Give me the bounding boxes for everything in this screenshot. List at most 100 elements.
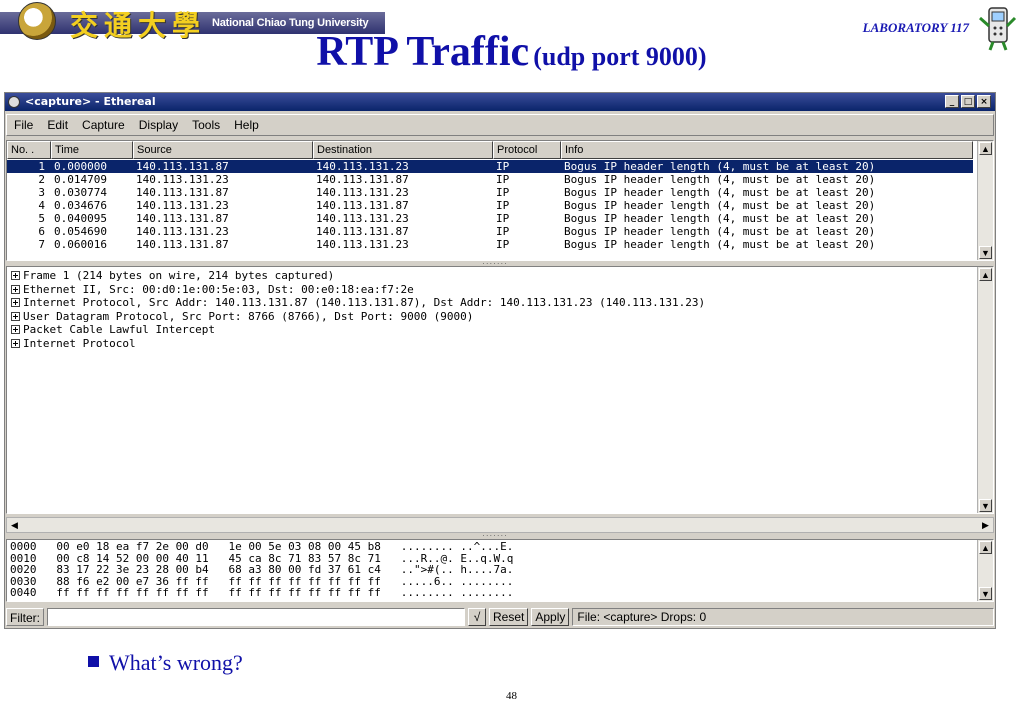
minimize-button[interactable]: _ bbox=[945, 95, 959, 108]
packet-row[interactable]: 5 0.040095 140.113.131.87 140.113.131.23 IP B… bbox=[7, 212, 973, 225]
detail-scrollbar[interactable]: ▲ ▼ bbox=[977, 267, 993, 513]
cell-protocol: IP bbox=[496, 225, 510, 238]
scroll-down-icon[interactable]: ▼ bbox=[979, 587, 992, 600]
packet-row[interactable]: 6 0.054690 140.113.131.23 140.113.131.87 IP B… bbox=[7, 225, 973, 238]
tree-item-ip-inner[interactable]: Internet Protocol bbox=[7, 337, 993, 351]
expand-plus-icon[interactable] bbox=[11, 325, 20, 334]
close-button[interactable]: × bbox=[977, 95, 991, 108]
cell-info: Bogus IP header length (4, must be at le… bbox=[564, 173, 876, 186]
menu-display[interactable]: Display bbox=[132, 118, 185, 132]
maximize-button[interactable]: □ bbox=[961, 95, 975, 108]
expand-plus-icon[interactable] bbox=[11, 338, 20, 348]
menu-edit[interactable]: Edit bbox=[40, 118, 75, 132]
apply-button[interactable]: Apply bbox=[531, 608, 570, 626]
packet-detail-pane: Frame 1 (214 bytes on wire, 214 bytes ca… bbox=[6, 266, 994, 514]
scroll-down-icon[interactable]: ▼ bbox=[979, 499, 992, 512]
packet-row[interactable]: 4 0.034676 140.113.131.23 140.113.131.87 IP B… bbox=[7, 199, 973, 212]
packet-list-pane: No. . Time Source Destination Protocol I… bbox=[6, 140, 994, 261]
scroll-right-icon[interactable]: ▶ bbox=[979, 519, 992, 531]
status-info: File: <capture> Drops: 0 bbox=[572, 608, 994, 626]
expand-plus-icon[interactable] bbox=[11, 298, 20, 307]
menu-capture[interactable]: Capture bbox=[75, 118, 132, 132]
window-controls: _ □ × bbox=[945, 95, 991, 108]
ethereal-window: <capture> - Ethereal _ □ × File Edit Cap… bbox=[4, 92, 996, 629]
tree-item-pclawful[interactable]: Packet Cable Lawful Intercept bbox=[7, 323, 993, 337]
column-header-time[interactable]: Time bbox=[51, 141, 133, 159]
bullet-text: What’s wrong? bbox=[109, 650, 243, 675]
cell-no: 4 bbox=[38, 199, 45, 212]
pane-splitter-bottom[interactable]: ······· bbox=[475, 532, 515, 540]
menu-tools[interactable]: Tools bbox=[185, 118, 227, 132]
cell-destination: 140.113.131.23 bbox=[316, 238, 409, 251]
packet-row[interactable]: 1 0.000000 140.113.131.87 140.113.131.23 IP B… bbox=[7, 160, 973, 173]
tree-item-frame[interactable]: Frame 1 (214 bytes on wire, 214 bytes ca… bbox=[7, 269, 993, 283]
menu-file[interactable]: File bbox=[7, 118, 40, 132]
cell-source: 140.113.131.87 bbox=[136, 160, 229, 173]
bullet-square-icon bbox=[88, 656, 99, 667]
packet-row[interactable]: 3 0.030774 140.113.131.87 140.113.131.23 IP B… bbox=[7, 186, 973, 199]
packet-bytes-pane: 0000 00 e0 18 ea f7 2e 00 d0 1e 00 5e 03… bbox=[6, 539, 994, 602]
scroll-left-icon[interactable]: ◀ bbox=[8, 519, 21, 531]
packet-list-scrollbar[interactable]: ▲ ▼ bbox=[977, 141, 993, 260]
cell-source: 140.113.131.23 bbox=[136, 225, 229, 238]
scroll-up-icon[interactable]: ▲ bbox=[979, 142, 992, 155]
packet-list-header: No. . Time Source Destination Protocol I… bbox=[7, 141, 973, 159]
reset-button[interactable]: Reset bbox=[489, 608, 529, 626]
cell-source: 140.113.131.23 bbox=[136, 199, 229, 212]
tree-item-ethernet[interactable]: Ethernet II, Src: 00:d0:1e:00:5e:03, Dst… bbox=[7, 283, 993, 297]
filter-input[interactable] bbox=[47, 608, 465, 626]
packet-row[interactable]: 7 0.060016 140.113.131.87 140.113.131.23 IP B… bbox=[7, 238, 973, 251]
expand-plus-icon[interactable] bbox=[11, 311, 20, 321]
cell-protocol: IP bbox=[496, 186, 510, 199]
cell-source: 140.113.131.23 bbox=[136, 173, 229, 186]
cell-time: 0.060016 bbox=[54, 238, 107, 251]
filter-check-icon[interactable]: √ bbox=[468, 608, 486, 626]
column-header-protocol[interactable]: Protocol bbox=[493, 141, 561, 159]
cell-info: Bogus IP header length (4, must be at le… bbox=[564, 160, 876, 173]
tree-item-udp[interactable]: User Datagram Protocol, Src Port: 8766 (… bbox=[7, 310, 993, 324]
slide-title-main: RTP Traffic bbox=[316, 29, 530, 75]
detail-tree: Frame 1 (214 bytes on wire, 214 bytes ca… bbox=[7, 267, 993, 350]
cell-info: Bogus IP header length (4, must be at le… bbox=[564, 186, 876, 199]
cell-info: Bogus IP header length (4, must be at le… bbox=[564, 238, 876, 251]
page-number: 48 bbox=[506, 690, 517, 702]
cell-info: Bogus IP header length (4, must be at le… bbox=[564, 199, 876, 212]
cell-protocol: IP bbox=[496, 199, 510, 212]
cell-time: 0.000000 bbox=[54, 160, 107, 173]
packet-row[interactable]: 2 0.014709 140.113.131.23 140.113.131.87 IP B… bbox=[7, 173, 973, 186]
cell-time: 0.054690 bbox=[54, 225, 107, 238]
cell-destination: 140.113.131.87 bbox=[316, 225, 409, 238]
cell-protocol: IP bbox=[496, 173, 510, 186]
cell-time: 0.014709 bbox=[54, 173, 107, 186]
slide-title: RTP Traffic (udp port 9000) bbox=[0, 28, 1023, 76]
expand-plus-icon[interactable] bbox=[11, 284, 20, 294]
cell-no: 6 bbox=[38, 225, 45, 238]
cell-protocol: IP bbox=[496, 212, 510, 225]
tree-item-ip[interactable]: Internet Protocol, Src Addr: 140.113.131… bbox=[7, 296, 993, 310]
scroll-down-icon[interactable]: ▼ bbox=[979, 246, 992, 259]
column-header-no[interactable]: No. . bbox=[7, 141, 51, 159]
cell-no: 2 bbox=[38, 173, 45, 186]
cell-source: 140.113.131.87 bbox=[136, 186, 229, 199]
hex-row: 0000 00 e0 18 ea f7 2e 00 d0 1e 00 5e 03… bbox=[10, 540, 514, 553]
window-titlebar[interactable]: <capture> - Ethereal _ □ × bbox=[5, 93, 995, 111]
hex-row: 0020 83 17 22 3e 23 28 00 b4 68 a3 80 00… bbox=[10, 563, 514, 576]
menu-help[interactable]: Help bbox=[227, 118, 266, 132]
scroll-up-icon[interactable]: ▲ bbox=[979, 268, 992, 281]
filter-bar: Filter: √ Reset Apply File: <capture> Dr… bbox=[6, 606, 994, 628]
hex-row: 0040 ff ff ff ff ff ff ff ff ff ff ff ff… bbox=[10, 586, 514, 599]
scroll-up-icon[interactable]: ▲ bbox=[979, 541, 992, 554]
cell-protocol: IP bbox=[496, 238, 510, 251]
column-header-source[interactable]: Source bbox=[133, 141, 313, 159]
cell-source: 140.113.131.87 bbox=[136, 212, 229, 225]
column-header-info[interactable]: Info bbox=[561, 141, 973, 159]
cell-destination: 140.113.131.23 bbox=[316, 212, 409, 225]
expand-plus-icon[interactable] bbox=[11, 271, 20, 280]
bytes-scrollbar[interactable]: ▲ ▼ bbox=[977, 540, 993, 601]
column-header-destination[interactable]: Destination bbox=[313, 141, 493, 159]
cell-time: 0.034676 bbox=[54, 199, 107, 212]
cell-source: 140.113.131.87 bbox=[136, 238, 229, 251]
cell-destination: 140.113.131.87 bbox=[316, 199, 409, 212]
pane-splitter-top[interactable]: ······· bbox=[475, 260, 515, 268]
cell-no: 7 bbox=[38, 238, 45, 251]
